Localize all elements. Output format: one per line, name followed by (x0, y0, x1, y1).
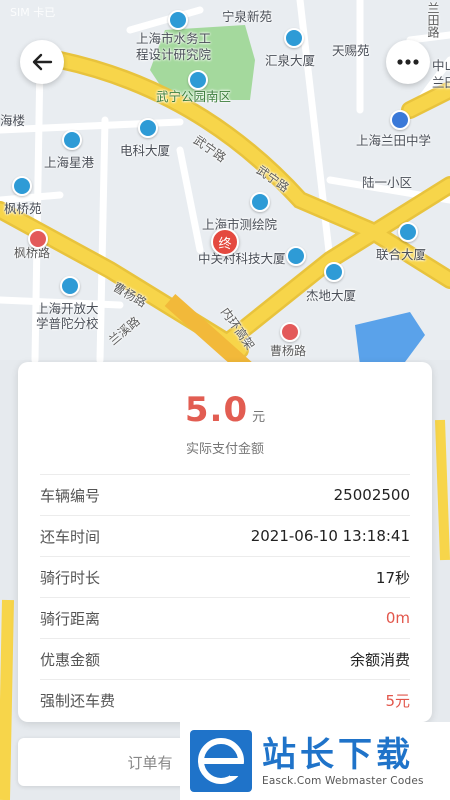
detail-value: 17秒 (375, 568, 410, 587)
map-label: 联合大厦 (376, 247, 427, 262)
poi-icon (168, 10, 188, 30)
poi-icon (398, 222, 418, 242)
watermark: 站长下载 Easck.Com Webmaster Codes (180, 722, 450, 800)
detail-label: 骑行时长 (40, 568, 101, 587)
poi-icon (12, 176, 32, 196)
amount-unit: 元 (252, 410, 266, 425)
detail-row: 强制还车费 5元 (40, 679, 410, 720)
end-point-marker[interactable]: 终 (211, 228, 239, 256)
order-summary-card: 5.0 元 实际支付金额 车辆编号 25002500 还车时间 2021-06-1… (18, 362, 432, 722)
metro-icon (280, 322, 300, 342)
detail-row: 骑行时长 17秒 (40, 556, 410, 597)
detail-label: 强制还车费 (40, 691, 116, 710)
amount-caption: 实际支付金额 (185, 442, 264, 457)
poi-icon (138, 118, 158, 138)
order-action-label[interactable]: 订单有 (127, 752, 172, 773)
back-button[interactable] (20, 40, 64, 84)
detail-value: 5元 (385, 691, 410, 710)
map-label: 枫桥苑 (4, 201, 42, 216)
map-label: 电科大厦 (120, 143, 171, 158)
poi-icon (250, 192, 270, 212)
map-label: 兰田 (432, 75, 450, 90)
map-label: 中关村科技大厦 (198, 251, 286, 266)
map-label: 程设计研究院 (136, 47, 212, 62)
metro-icon (28, 229, 48, 249)
school-icon (390, 110, 410, 130)
map-label: 曹杨路 (270, 344, 307, 358)
amount-value: 5.0 (184, 390, 249, 430)
arrow-left-icon (32, 53, 53, 71)
map-label: 上海星港 (44, 155, 95, 170)
detail-value: 余额消费 (349, 650, 410, 669)
map-label: 杰地大厦 (306, 288, 357, 303)
more-button[interactable] (386, 40, 430, 84)
poi-icon (284, 28, 304, 48)
map-label: 上海市测绘院 (202, 217, 278, 232)
map-label: 学普陀分校 (36, 316, 99, 331)
poi-icon (188, 70, 208, 90)
poi-icon (60, 276, 80, 296)
detail-row: 车辆编号 25002500 (40, 474, 410, 515)
detail-row: 骑行距离 0m (40, 597, 410, 638)
detail-label: 骑行距离 (40, 609, 101, 628)
poi-icon (324, 262, 344, 282)
poi-icon (62, 130, 82, 150)
detail-row: 优惠金额 余额消费 (40, 638, 410, 679)
more-dots-icon (397, 59, 419, 65)
detail-value: 2021-06-10 13:18:41 (250, 527, 410, 545)
detail-value: 0m (385, 609, 410, 627)
amount-display: 5.0 元 (18, 390, 432, 430)
map-label: 上海兰田中学 (356, 133, 432, 148)
detail-label: 优惠金额 (40, 650, 101, 669)
map-label: 海楼 (0, 113, 26, 128)
watermark-title: 站长下载 (262, 735, 414, 775)
detail-row: 还车时间 2021-06-10 13:18:41 (40, 515, 410, 556)
poi-icon (286, 246, 306, 266)
detail-label: 还车时间 (40, 527, 101, 546)
map-label: 汇泉大厦 (265, 53, 316, 68)
watermark-subtitle: Easck.Com Webmaster Codes (262, 775, 424, 787)
detail-value: 25002500 (333, 486, 410, 504)
detail-list: 车辆编号 25002500 还车时间 2021-06-10 13:18:41 骑… (40, 474, 410, 720)
map-label: 兰田路 (426, 2, 440, 38)
map-label: 宁泉新苑 (222, 9, 273, 24)
watermark-logo-icon (190, 730, 252, 792)
map-label: 天赐苑 (332, 43, 370, 58)
map-label: 陆一小区 (362, 175, 413, 190)
detail-label: 车辆编号 (40, 486, 101, 505)
